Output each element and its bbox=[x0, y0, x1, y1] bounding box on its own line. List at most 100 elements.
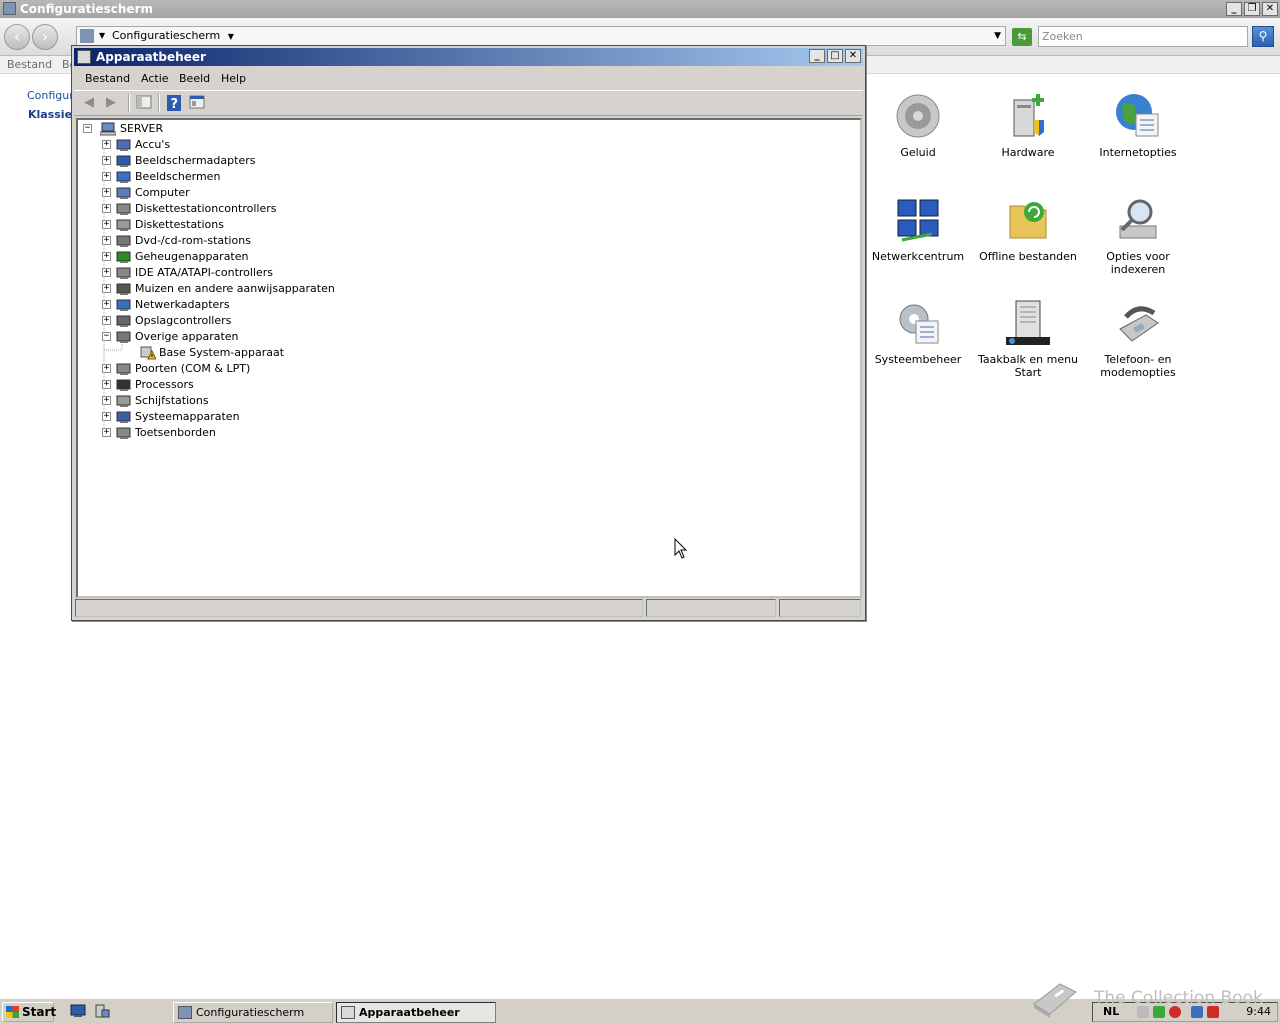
tree-category[interactable]: + Processors bbox=[102, 377, 362, 393]
control-panel-icon bbox=[178, 1006, 192, 1019]
device-category-icon bbox=[116, 155, 131, 167]
address-text: Configuratiescherm bbox=[112, 29, 221, 42]
start-button[interactable]: Start bbox=[2, 1002, 56, 1022]
show-hide-tree-icon[interactable] bbox=[135, 95, 153, 111]
help-icon[interactable]: ? bbox=[165, 95, 183, 112]
expand-icon[interactable]: + bbox=[102, 412, 111, 421]
close-button[interactable]: ✕ bbox=[845, 49, 861, 63]
expand-icon[interactable]: + bbox=[102, 252, 111, 261]
status-pane bbox=[75, 599, 643, 617]
collapse-icon[interactable]: − bbox=[102, 332, 111, 341]
device-manager-menubar: Bestand Actie Beeld Help bbox=[74, 68, 863, 88]
task-label: Configuratiescherm bbox=[196, 1006, 305, 1019]
chevron-down-icon[interactable]: ▼ bbox=[228, 32, 234, 41]
expand-icon[interactable]: + bbox=[102, 364, 111, 373]
tree-category[interactable]: + Diskettestations bbox=[102, 217, 362, 233]
toolbar-separator bbox=[158, 94, 160, 112]
tree-label: Beeldschermen bbox=[135, 170, 221, 183]
tree-category[interactable]: + Beeldschermen bbox=[102, 169, 362, 185]
warning-icon bbox=[140, 346, 156, 360]
tree-category[interactable]: + Schijfstations bbox=[102, 393, 362, 409]
windows-logo-icon bbox=[6, 1006, 19, 1018]
tree-category[interactable]: + Opslagcontrollers bbox=[102, 313, 362, 329]
cp-item-taakbalk-start[interactable]: Taakbalk en menu Start bbox=[973, 299, 1083, 379]
search-input[interactable]: Zoeken bbox=[1038, 26, 1248, 47]
book-icon bbox=[1033, 983, 1077, 1018]
tree-category[interactable]: + Poorten (COM & LPT) bbox=[102, 361, 362, 377]
expand-icon[interactable]: + bbox=[102, 204, 111, 213]
tree-category[interactable]: + Dvd-/cd-rom-stations bbox=[102, 233, 362, 249]
tree-category[interactable]: − Overige apparaten bbox=[102, 329, 362, 345]
tree-category[interactable]: + Computer bbox=[102, 185, 362, 201]
tree-category[interactable]: + Systeemapparaten bbox=[102, 409, 362, 425]
task-apparaatbeheer[interactable]: Apparaatbeheer bbox=[336, 1002, 496, 1023]
device-category-icon bbox=[116, 427, 131, 439]
tree-device[interactable]: Base System-apparaat bbox=[140, 345, 340, 361]
control-panel-icon bbox=[3, 2, 16, 15]
device-category-icon bbox=[116, 299, 131, 311]
expand-icon[interactable]: + bbox=[102, 428, 111, 437]
tree-category[interactable]: + Diskettestationcontrollers bbox=[102, 201, 362, 217]
cp-item-netwerkcentrum[interactable]: Netwerkcentrum bbox=[863, 196, 973, 263]
cp-item-hardware[interactable]: Hardware bbox=[973, 92, 1083, 159]
tree-category[interactable]: + Accu's bbox=[102, 137, 362, 153]
menu-help[interactable]: Help bbox=[221, 72, 246, 85]
cp-item-systeembeheer[interactable]: Systeembeheer bbox=[863, 299, 973, 366]
expand-icon[interactable]: + bbox=[102, 300, 111, 309]
properties-icon[interactable] bbox=[188, 95, 206, 111]
tree-category[interactable]: + Muizen en andere aanwijsapparaten bbox=[102, 281, 362, 297]
expand-icon[interactable]: + bbox=[102, 188, 111, 197]
tree-category[interactable]: + Netwerkadapters bbox=[102, 297, 362, 313]
server-manager-icon[interactable] bbox=[94, 1004, 110, 1018]
network-center-icon bbox=[894, 196, 942, 244]
tree-category[interactable]: + Toetsenborden bbox=[102, 425, 362, 441]
tree-label: Schijfstations bbox=[135, 394, 209, 407]
minimize-button[interactable]: _ bbox=[809, 49, 825, 63]
menu-bestand[interactable]: Bestand bbox=[85, 72, 130, 85]
menu-bestand[interactable]: Bestand bbox=[7, 58, 52, 71]
refresh-icon[interactable]: ⇆ bbox=[1012, 28, 1032, 46]
tree-label: Poorten (COM & LPT) bbox=[135, 362, 251, 375]
minimize-button[interactable]: _ bbox=[1226, 2, 1242, 16]
back-icon[interactable]: ‹ bbox=[4, 24, 30, 50]
address-dropdown-icon[interactable]: ▼ bbox=[994, 27, 1001, 45]
expand-icon[interactable]: + bbox=[102, 316, 111, 325]
restore-button[interactable]: ❐ bbox=[1244, 2, 1260, 16]
cp-item-internetopties[interactable]: Internetopties bbox=[1083, 92, 1193, 159]
cp-item-geluid[interactable]: Geluid bbox=[863, 92, 973, 159]
search-icon[interactable]: ⚲ bbox=[1252, 26, 1274, 47]
expand-icon[interactable]: + bbox=[102, 172, 111, 181]
tree-label: Toetsenborden bbox=[135, 426, 216, 439]
expand-icon[interactable]: + bbox=[102, 380, 111, 389]
admin-tools-icon bbox=[894, 299, 942, 347]
cp-item-opties-indexeren[interactable]: Opties voor indexeren bbox=[1083, 196, 1193, 276]
cp-item-telefoon-modem[interactable]: Telefoon- en modemopties bbox=[1083, 299, 1193, 379]
tree-category[interactable]: + Beeldschermadapters bbox=[102, 153, 362, 169]
chevron-down-icon[interactable]: ▼ bbox=[99, 27, 105, 45]
expand-icon[interactable]: + bbox=[102, 140, 111, 149]
maximize-button[interactable]: □ bbox=[827, 49, 843, 63]
close-button[interactable]: ✕ bbox=[1262, 2, 1278, 16]
expand-icon[interactable]: + bbox=[102, 220, 111, 229]
toolbar-separator bbox=[128, 94, 130, 112]
tree-category[interactable]: + Geheugenapparaten bbox=[102, 249, 362, 265]
show-desktop-icon[interactable] bbox=[70, 1004, 86, 1018]
expand-icon[interactable]: + bbox=[102, 396, 111, 405]
menu-beeld[interactable]: Beeld bbox=[179, 72, 210, 85]
forward-icon[interactable]: › bbox=[32, 24, 58, 50]
address-bar[interactable]: ▼ Configuratiescherm ▼ ▼ bbox=[76, 26, 1006, 46]
expand-icon[interactable]: + bbox=[102, 284, 111, 293]
cp-item-offline-bestanden[interactable]: Offline bestanden bbox=[973, 196, 1083, 263]
expand-icon[interactable]: + bbox=[102, 268, 111, 277]
back-icon[interactable]: ◀ bbox=[80, 95, 98, 111]
task-configuratiescherm[interactable]: Configuratiescherm bbox=[173, 1002, 333, 1023]
phone-modem-icon bbox=[1114, 299, 1162, 347]
tree-category[interactable]: + IDE ATA/ATAPI-controllers bbox=[102, 265, 362, 281]
forward-icon[interactable]: ▶ bbox=[102, 95, 120, 111]
expand-icon[interactable]: + bbox=[102, 156, 111, 165]
device-manager-titlebar[interactable]: Apparaatbeheer _ □ ✕ bbox=[74, 48, 863, 66]
expand-icon[interactable]: + bbox=[102, 236, 111, 245]
cp-item-label: Telefoon- en modemopties bbox=[1100, 353, 1176, 379]
menu-actie[interactable]: Actie bbox=[141, 72, 169, 85]
tree-label: Beeldschermadapters bbox=[135, 154, 256, 167]
